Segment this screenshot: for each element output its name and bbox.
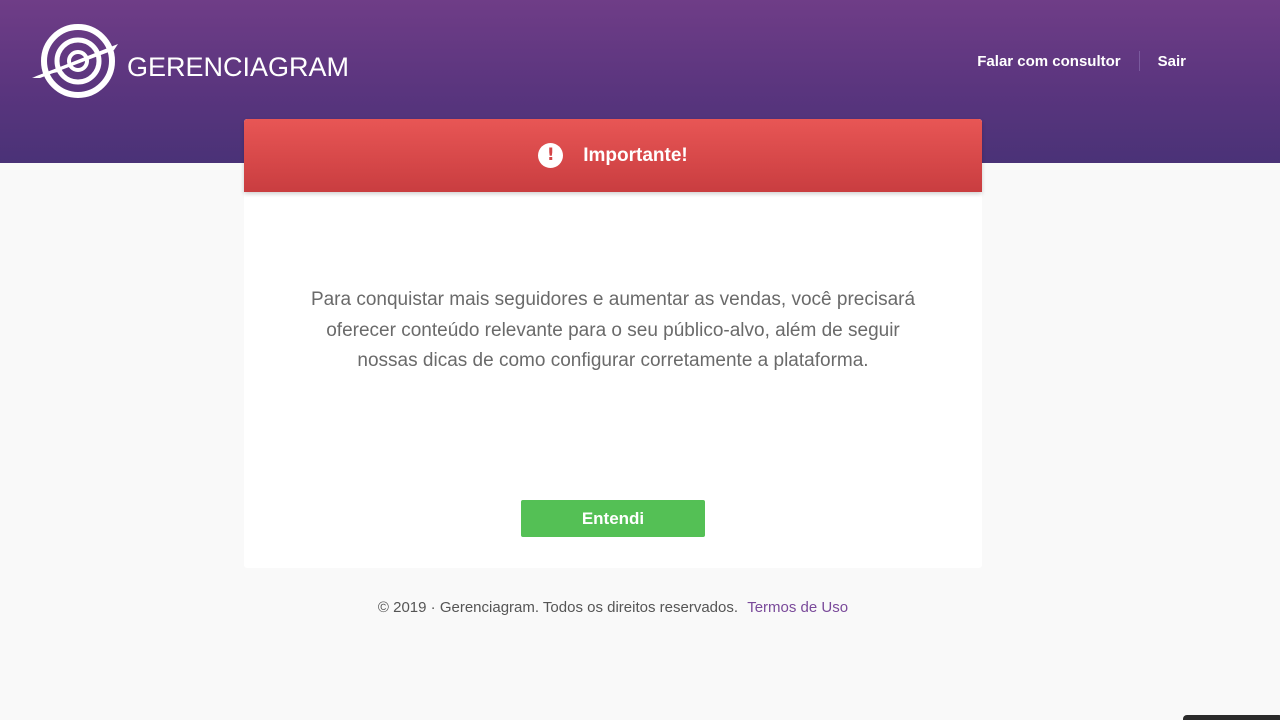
exclamation-circle-icon: ! xyxy=(538,143,564,168)
header-nav: Falar com consultor Sair xyxy=(977,50,1186,72)
alert-header: ! Importante! xyxy=(244,119,982,192)
exclamation-glyph: ! xyxy=(546,145,555,165)
logo-text: GERENCIAGRAM xyxy=(127,51,350,82)
gerenciagram-logo-icon xyxy=(32,24,118,98)
terms-of-use-link[interactable]: Termos de Uso xyxy=(747,599,848,616)
page-footer: © 2019 · Gerenciagram. Todos os direitos… xyxy=(0,599,1226,616)
logo[interactable]: GERENCIAGRAM xyxy=(30,22,349,102)
alert-title: Importante! xyxy=(583,144,688,166)
nav-divider xyxy=(1138,51,1140,71)
talk-to-consultant-link[interactable]: Falar com consultor xyxy=(977,53,1120,70)
copyright-text: © 2019 · Gerenciagram. Todos os direitos… xyxy=(377,599,739,616)
alert-message: Para conquistar mais seguidores e aument… xyxy=(310,289,916,371)
corner-widget[interactable] xyxy=(1183,715,1280,720)
alert-card: ! Importante! Para conquistar mais segui… xyxy=(244,119,982,568)
logout-link[interactable]: Sair xyxy=(1158,53,1186,70)
understood-button[interactable]: Entendi xyxy=(521,500,705,537)
